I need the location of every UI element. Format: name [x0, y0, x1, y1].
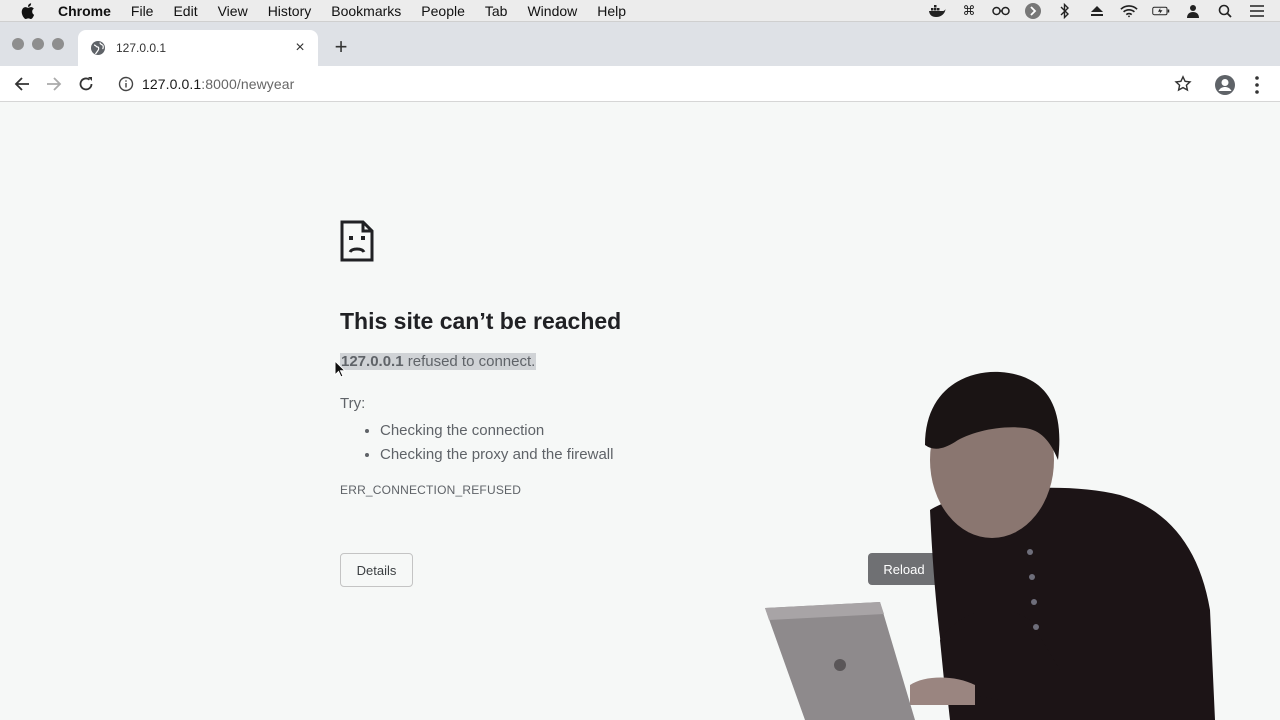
url-path: :8000/newyear: [201, 76, 295, 92]
more-menu-icon[interactable]: [1252, 74, 1262, 96]
menu-view[interactable]: View: [208, 0, 258, 22]
refused-host: 127.0.0.1: [341, 353, 404, 370]
eject-icon[interactable]: [1088, 3, 1106, 19]
user-icon[interactable]: [1184, 3, 1202, 19]
menu-people[interactable]: People: [411, 0, 475, 22]
try-label: Try:: [340, 395, 366, 412]
browser-toolbar: 127.0.0.1:8000/newyear: [0, 66, 1280, 102]
forward-button[interactable]: [42, 72, 66, 96]
battery-icon[interactable]: [1152, 3, 1170, 19]
menu-edit[interactable]: Edit: [163, 0, 207, 22]
address-bar[interactable]: 127.0.0.1:8000/newyear: [108, 70, 1202, 98]
bluetooth-icon[interactable]: [1056, 3, 1074, 19]
menu-tab[interactable]: Tab: [475, 0, 518, 22]
status-area: ⌘: [928, 0, 1266, 22]
menu-window[interactable]: Window: [517, 0, 587, 22]
command-icon[interactable]: ⌘: [960, 3, 978, 19]
reload-icon: [79, 77, 93, 91]
back-arrow-icon: [14, 77, 29, 91]
url-text[interactable]: 127.0.0.1:8000/newyear: [142, 76, 294, 92]
suggestion-item: Checking the connection: [380, 419, 613, 443]
list-icon[interactable]: [1248, 3, 1266, 19]
error-headline: This site can’t be reached: [340, 308, 622, 334]
new-tab-button[interactable]: +: [330, 36, 352, 58]
details-button[interactable]: Details: [340, 553, 413, 587]
menu-help[interactable]: Help: [587, 0, 636, 22]
zoom-window-button[interactable]: [52, 38, 64, 50]
forward-arrow-icon: [47, 77, 62, 91]
error-code: ERR_CONNECTION_REFUSED: [340, 483, 522, 497]
refused-text: refused to connect.: [403, 353, 536, 370]
sad-document-icon: [340, 220, 374, 262]
glasses-icon[interactable]: [992, 3, 1010, 19]
window-controls: [12, 38, 64, 50]
wifi-icon[interactable]: [1120, 3, 1138, 19]
url-host: 127.0.0.1: [142, 76, 202, 92]
mouse-cursor-icon: [334, 360, 346, 378]
reload-toolbar-button[interactable]: [74, 72, 98, 96]
menu-bookmarks[interactable]: Bookmarks: [321, 0, 411, 22]
macos-menu-bar: Chrome File Edit View History Bookmarks …: [0, 0, 1280, 22]
bookmark-star-icon[interactable]: [1174, 75, 1192, 93]
menu-history[interactable]: History: [258, 0, 322, 22]
forward-circle-icon[interactable]: [1024, 3, 1042, 19]
refused-message: 127.0.0.1 refused to connect.: [340, 353, 537, 370]
minimize-window-button[interactable]: [32, 38, 44, 50]
tab-strip: 127.0.0.1 × +: [0, 22, 1280, 66]
menu-app-chrome[interactable]: Chrome: [52, 0, 121, 22]
suggestion-item: Checking the proxy and the firewall: [380, 443, 613, 467]
globe-icon: [91, 41, 105, 55]
docker-icon[interactable]: [928, 3, 946, 19]
apple-menu-icon[interactable]: [18, 2, 38, 19]
tab-title: 127.0.0.1: [116, 41, 167, 55]
tab-active[interactable]: 127.0.0.1 ×: [78, 30, 318, 66]
suggestions-list: Checking the connection Checking the pro…: [362, 419, 613, 467]
tab-close-icon[interactable]: ×: [288, 39, 312, 57]
close-window-button[interactable]: [12, 38, 24, 50]
info-icon[interactable]: [118, 76, 134, 92]
search-icon[interactable]: [1216, 3, 1234, 19]
presenter-video-overlay: [765, 371, 1215, 720]
menu-file[interactable]: File: [121, 0, 164, 22]
back-button[interactable]: [10, 72, 34, 96]
profile-avatar-icon[interactable]: [1214, 74, 1236, 96]
